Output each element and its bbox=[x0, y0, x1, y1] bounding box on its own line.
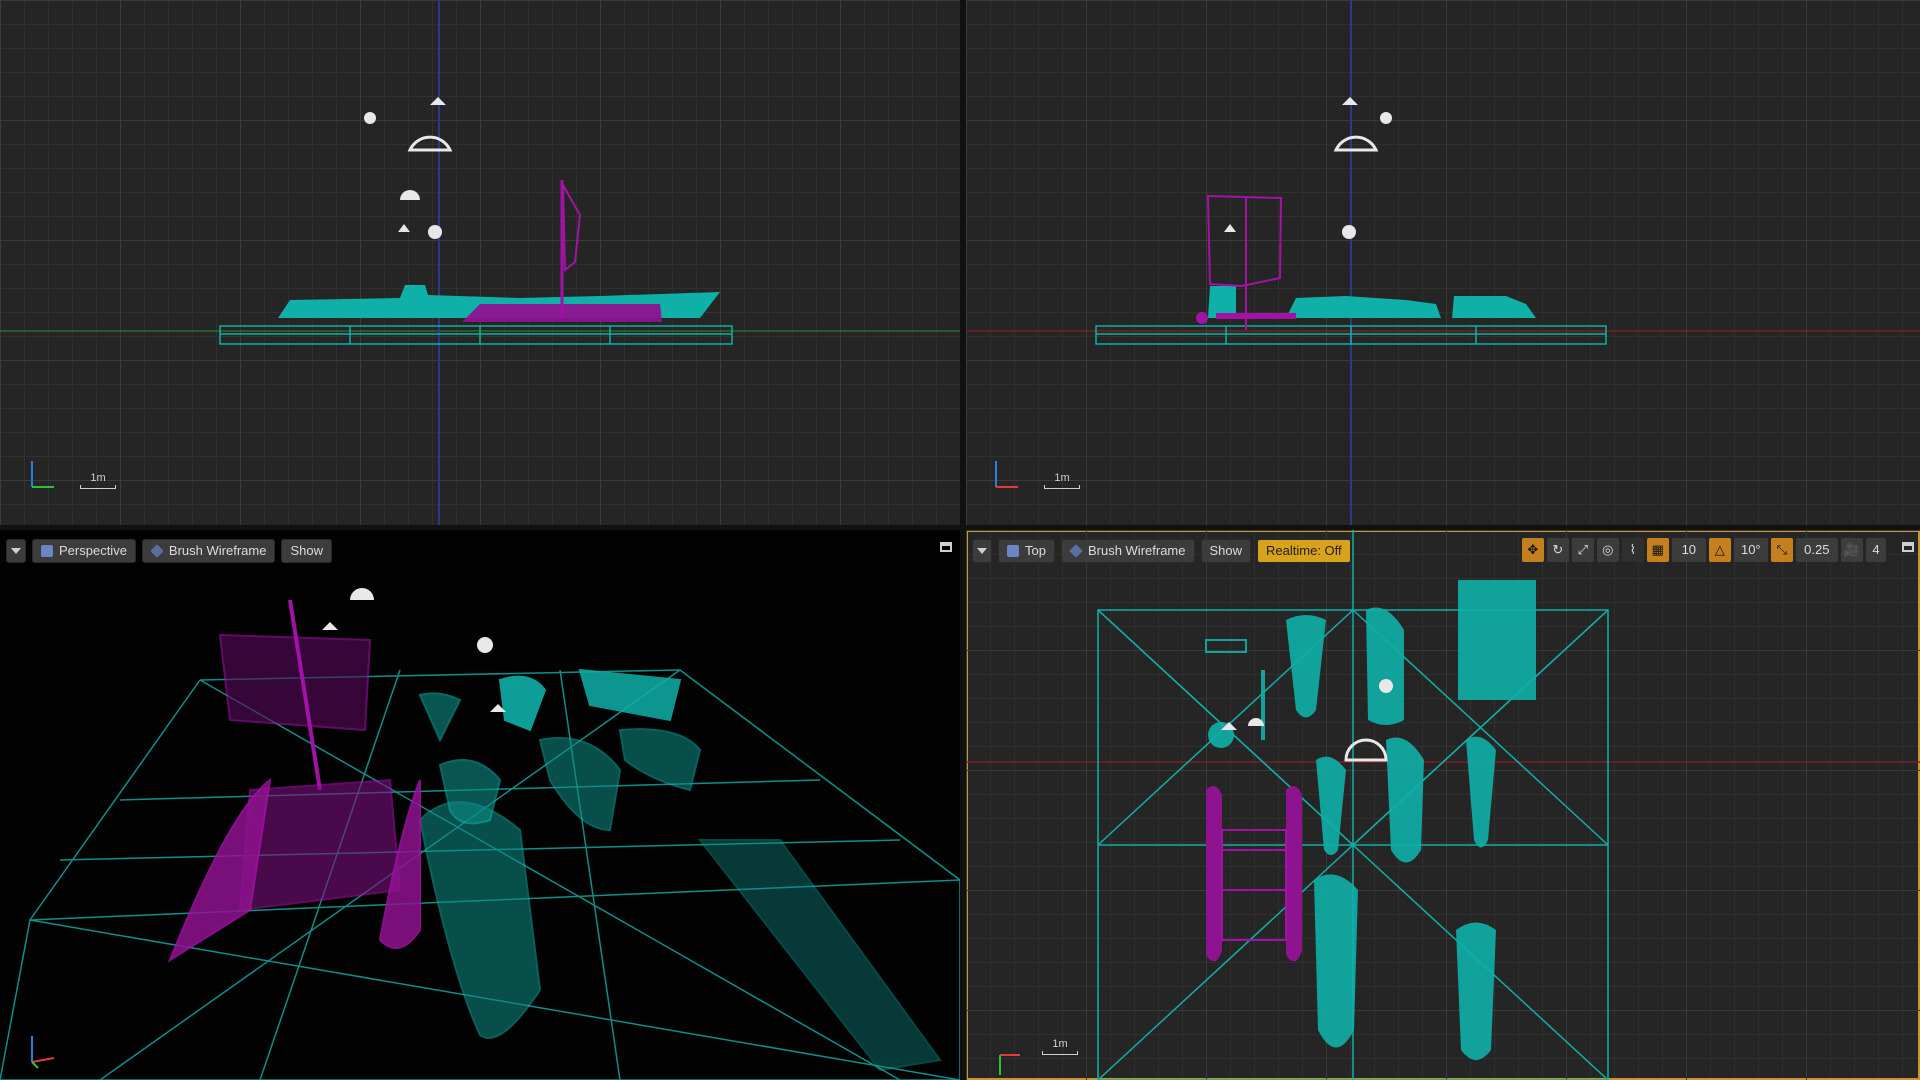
cyan-boats-perspective bbox=[418, 668, 942, 1072]
render-mode-button[interactable]: Brush Wireframe bbox=[1060, 539, 1195, 563]
maximize-viewport-icon[interactable] bbox=[1902, 542, 1914, 552]
viewport-top[interactable]: Top Brush Wireframe Show Realtime: Off ✥… bbox=[966, 530, 1920, 1080]
axis-gizmo-perspective bbox=[31, 1036, 55, 1069]
top-view-scene bbox=[966, 530, 1920, 1080]
boats-side-silhouette bbox=[278, 180, 720, 322]
realtime-label: Realtime: Off bbox=[1266, 543, 1342, 558]
top-viewport-toolbar: Top Brush Wireframe Show Realtime: Off bbox=[972, 538, 1351, 564]
surface-snapping-icon[interactable]: ⌇ bbox=[1621, 538, 1644, 562]
render-mode-label: Brush Wireframe bbox=[1087, 543, 1186, 558]
show-label: Show bbox=[1209, 543, 1243, 558]
magenta-boat-perspective bbox=[167, 599, 421, 963]
transform-toolbar: ✥ ↻ ⤢ ◎ ⌇ ▦ 10 △ 10° ⤡ 0.25 🎥 4 bbox=[1521, 538, 1886, 562]
render-mode-label: Brush Wireframe bbox=[168, 543, 267, 558]
chevron-down-icon bbox=[977, 548, 987, 554]
perspective-camera-icon bbox=[41, 545, 53, 557]
wireframe-cube-icon bbox=[1069, 544, 1083, 558]
grid-snap-icon[interactable]: ▦ bbox=[1646, 538, 1669, 562]
show-button[interactable]: Show bbox=[281, 539, 332, 563]
chevron-down-icon bbox=[11, 548, 21, 554]
camera-speed-icon[interactable]: 🎥 bbox=[1840, 538, 1863, 562]
light-actor-icons bbox=[364, 97, 453, 239]
magenta-boat-top bbox=[1206, 786, 1302, 962]
scale-indicator-front: 1m bbox=[1044, 472, 1080, 489]
scale-snap-icon[interactable]: ⤡ bbox=[1770, 538, 1793, 562]
ortho-camera-icon bbox=[1007, 545, 1019, 557]
scale-mode-icon[interactable]: ⤢ bbox=[1571, 538, 1594, 562]
front-view-scene bbox=[966, 0, 1920, 525]
render-mode-button[interactable]: Brush Wireframe bbox=[141, 539, 276, 563]
rotate-mode-icon[interactable]: ↻ bbox=[1546, 538, 1569, 562]
view-mode-button[interactable]: Perspective bbox=[32, 539, 136, 563]
ground-plane-wireframe bbox=[219, 325, 733, 345]
scale-indicator-top: 1m bbox=[1042, 1038, 1078, 1055]
light-actor-icons bbox=[1224, 97, 1392, 239]
axis-gizmo-left bbox=[31, 461, 54, 488]
scale-indicator-left: 1m bbox=[80, 472, 116, 489]
view-mode-button[interactable]: Top bbox=[998, 539, 1055, 563]
perspective-view-scene bbox=[0, 588, 960, 1080]
perspective-viewport-toolbar: Perspective Brush Wireframe Show bbox=[6, 538, 332, 564]
ground-plane-wireframe bbox=[1095, 325, 1607, 345]
axis-gizmo-front bbox=[995, 461, 1018, 488]
boats-front-silhouette bbox=[1196, 194, 1536, 330]
viewport-perspective[interactable]: Perspective Brush Wireframe Show bbox=[0, 530, 960, 1080]
view-mode-label: Top bbox=[1025, 543, 1046, 558]
scale-snap-value[interactable]: 0.25 bbox=[1795, 538, 1838, 562]
viewport-options-button[interactable] bbox=[972, 539, 992, 563]
axis-gizmo-top bbox=[999, 1054, 1020, 1075]
viewport-front[interactable]: 1m bbox=[966, 0, 1920, 525]
grid-snap-value[interactable]: 10 bbox=[1671, 538, 1706, 562]
viewport-options-button[interactable] bbox=[6, 539, 26, 563]
view-mode-label: Perspective bbox=[59, 543, 127, 558]
camera-speed-value[interactable]: 4 bbox=[1866, 538, 1886, 562]
maximize-viewport-icon[interactable] bbox=[940, 542, 952, 552]
translate-mode-icon[interactable]: ✥ bbox=[1521, 538, 1544, 562]
rotation-snap-value[interactable]: 10° bbox=[1733, 538, 1768, 562]
rotation-snap-icon[interactable]: △ bbox=[1708, 538, 1731, 562]
world-coordinates-icon[interactable]: ◎ bbox=[1596, 538, 1619, 562]
show-button[interactable]: Show bbox=[1200, 539, 1252, 563]
left-view-scene bbox=[0, 0, 960, 525]
cyan-boats-top bbox=[1205, 580, 1536, 1060]
realtime-toggle-button[interactable]: Realtime: Off bbox=[1257, 539, 1351, 563]
viewport-left[interactable]: 1m bbox=[0, 0, 960, 525]
show-label: Show bbox=[290, 543, 323, 558]
wireframe-cube-icon bbox=[150, 544, 164, 558]
